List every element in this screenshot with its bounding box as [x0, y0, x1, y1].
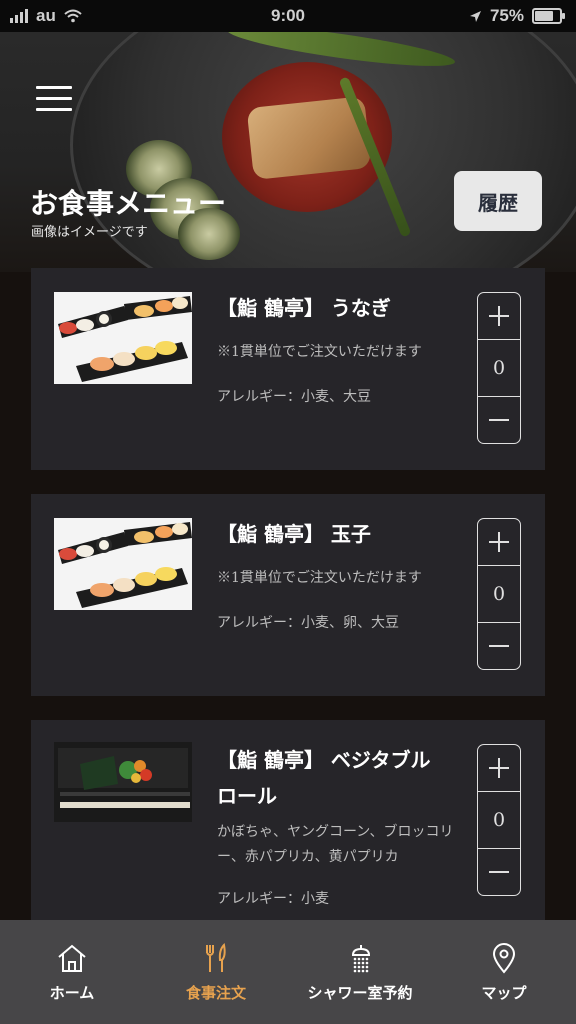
menu-item-allergy: アレルギー：小麦、卵、大豆 [217, 615, 399, 631]
quantity-value: 0 [478, 565, 520, 623]
nav-item-meal-order[interactable]: 食事注文 [144, 920, 288, 1024]
nav-item-shower-reservation[interactable]: シャワー室予約 [288, 920, 432, 1024]
location-arrow-icon [469, 10, 481, 22]
image-disclaimer: 画像はイメージです [31, 225, 148, 240]
nav-label-meal-order: 食事注文 [185, 985, 246, 1002]
map-pin-icon [492, 943, 516, 974]
nav-label-map: マップ [481, 985, 527, 1002]
page-title: お食事メニュー [30, 187, 227, 220]
menu-item-card: 【鮨 鶴亭】 うなぎ ※1貫単位でご注文いただけます アレルギー：小麦、大豆 0 [31, 268, 545, 470]
quantity-stepper: 0 [477, 518, 521, 670]
menu-item-description: ※1貫単位でご注文いただけます [217, 344, 422, 360]
menu-item-title: 【鮨 鶴亭】 ベジタブルロール [217, 748, 431, 808]
home-icon [58, 944, 86, 972]
nav-label-home: ホーム [49, 985, 95, 1002]
battery-percent: 75% [489, 6, 524, 25]
shower-icon [351, 945, 371, 973]
hero-banner: お食事メニュー 画像はイメージです 履歴 [0, 32, 576, 272]
status-bar: au 9:00 75% [0, 0, 576, 32]
nav-item-map[interactable]: マップ [432, 920, 576, 1024]
quantity-stepper: 0 [477, 292, 521, 444]
minus-icon[interactable] [478, 623, 520, 669]
menu-item-allergy: アレルギー：小麦 [217, 891, 329, 907]
quantity-stepper: 0 [477, 744, 521, 896]
bottom-navigation: ホーム 食事注文 シャワー室予約 マップ [0, 920, 576, 1024]
menu-item-title: 【鮨 鶴亭】 うなぎ [217, 296, 391, 320]
quantity-value: 0 [478, 339, 520, 397]
plus-icon[interactable] [478, 293, 520, 339]
fork-knife-icon [206, 942, 226, 972]
history-button[interactable]: 履歴 [454, 171, 542, 231]
quantity-value: 0 [478, 791, 520, 849]
plus-icon[interactable] [478, 519, 520, 565]
minus-icon[interactable] [478, 849, 520, 895]
plus-icon[interactable] [478, 745, 520, 791]
menu-item-description: かぼちゃ、ヤングコーン、ブロッコリー、赤パプリカ、黄パプリカ [217, 824, 454, 865]
nav-item-home[interactable]: ホーム [0, 920, 144, 1024]
hamburger-menu-icon[interactable] [36, 86, 72, 116]
sushi-platter-image [54, 292, 192, 384]
nav-label-shower-reservation: シャワー室予約 [307, 985, 413, 1002]
sushi-platter-image [54, 518, 192, 610]
menu-item-card: 【鮨 鶴亭】 玉子 ※1貫単位でご注文いただけます アレルギー：小麦、卵、大豆 … [31, 494, 545, 696]
minus-icon[interactable] [478, 397, 520, 443]
menu-item-description: ※1貫単位でご注文いただけます [217, 570, 422, 586]
menu-item-allergy: アレルギー：小麦、大豆 [217, 389, 371, 405]
menu-item-title: 【鮨 鶴亭】 玉子 [217, 522, 371, 546]
battery-icon [532, 8, 565, 24]
vegetable-hand-roll-image [54, 742, 192, 822]
